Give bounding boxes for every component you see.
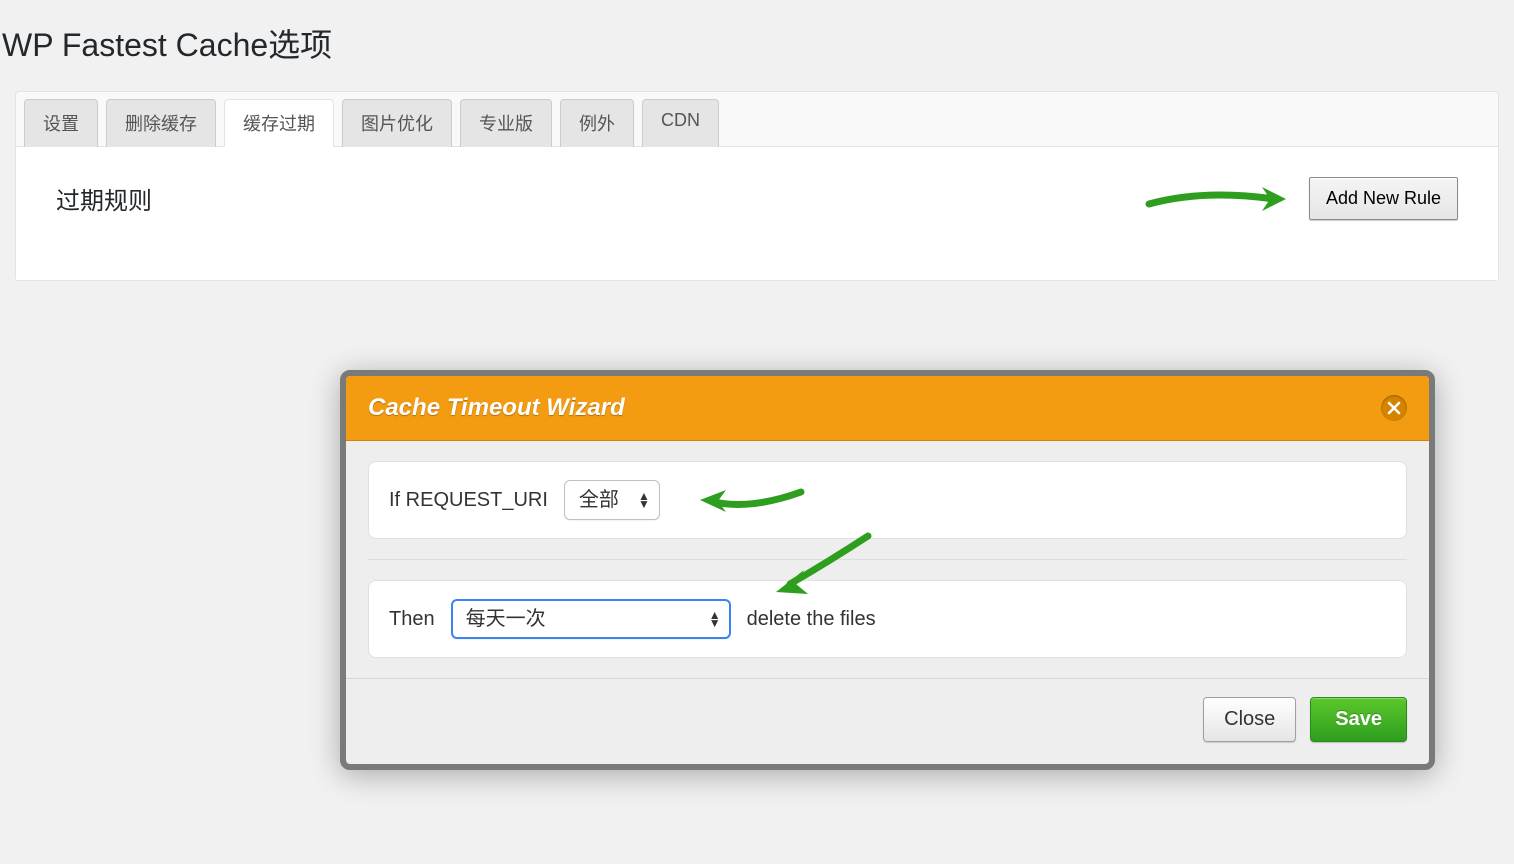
condition-row: If REQUEST_URI 全部 ▲▼ — [368, 461, 1407, 539]
action-suffix: delete the files — [747, 608, 876, 631]
tab-cdn[interactable]: CDN — [642, 99, 719, 147]
close-button[interactable]: Close — [1203, 697, 1296, 742]
dialog-header: Cache Timeout Wizard — [346, 376, 1429, 441]
condition-label: If REQUEST_URI — [389, 489, 548, 512]
action-label: Then — [389, 608, 435, 631]
tab-content: 过期规则 Add New Rule — [16, 147, 1498, 280]
tab-bar: 设置 删除缓存 缓存过期 图片优化 专业版 例外 CDN — [16, 92, 1498, 147]
tab-delete-cache[interactable]: 删除缓存 — [106, 99, 216, 147]
action-row: Then 每天一次 ▲▼ delete the files — [368, 580, 1407, 658]
annotation-arrow-icon — [696, 482, 806, 518]
tab-image-optimization[interactable]: 图片优化 — [342, 99, 452, 147]
annotation-arrow-icon — [1144, 179, 1294, 219]
page-title: WP Fastest Cache选项 — [2, 20, 1514, 66]
tabs-panel: 设置 删除缓存 缓存过期 图片优化 专业版 例外 CDN 过期规则 Add Ne… — [15, 91, 1499, 281]
annotation-arrow-icon — [768, 532, 878, 602]
dialog-title: Cache Timeout Wizard — [368, 394, 625, 422]
divider — [368, 559, 1407, 560]
tab-settings[interactable]: 设置 — [24, 99, 98, 147]
request-uri-select[interactable]: 全部 — [564, 480, 660, 520]
dialog-footer: Close Save — [346, 678, 1429, 764]
tab-exclude[interactable]: 例外 — [560, 99, 634, 147]
save-button[interactable]: Save — [1310, 697, 1407, 742]
dialog-body: If REQUEST_URI 全部 ▲▼ Then — [346, 441, 1429, 658]
add-new-rule-button[interactable]: Add New Rule — [1309, 177, 1458, 220]
close-icon[interactable] — [1381, 395, 1407, 421]
tab-premium[interactable]: 专业版 — [460, 99, 552, 147]
tab-cache-timeout[interactable]: 缓存过期 — [224, 99, 334, 147]
cache-timeout-wizard-dialog: Cache Timeout Wizard If REQUEST_URI 全部 ▲… — [340, 370, 1435, 770]
schedule-select[interactable]: 每天一次 — [451, 599, 731, 639]
section-heading: 过期规则 — [56, 181, 152, 216]
